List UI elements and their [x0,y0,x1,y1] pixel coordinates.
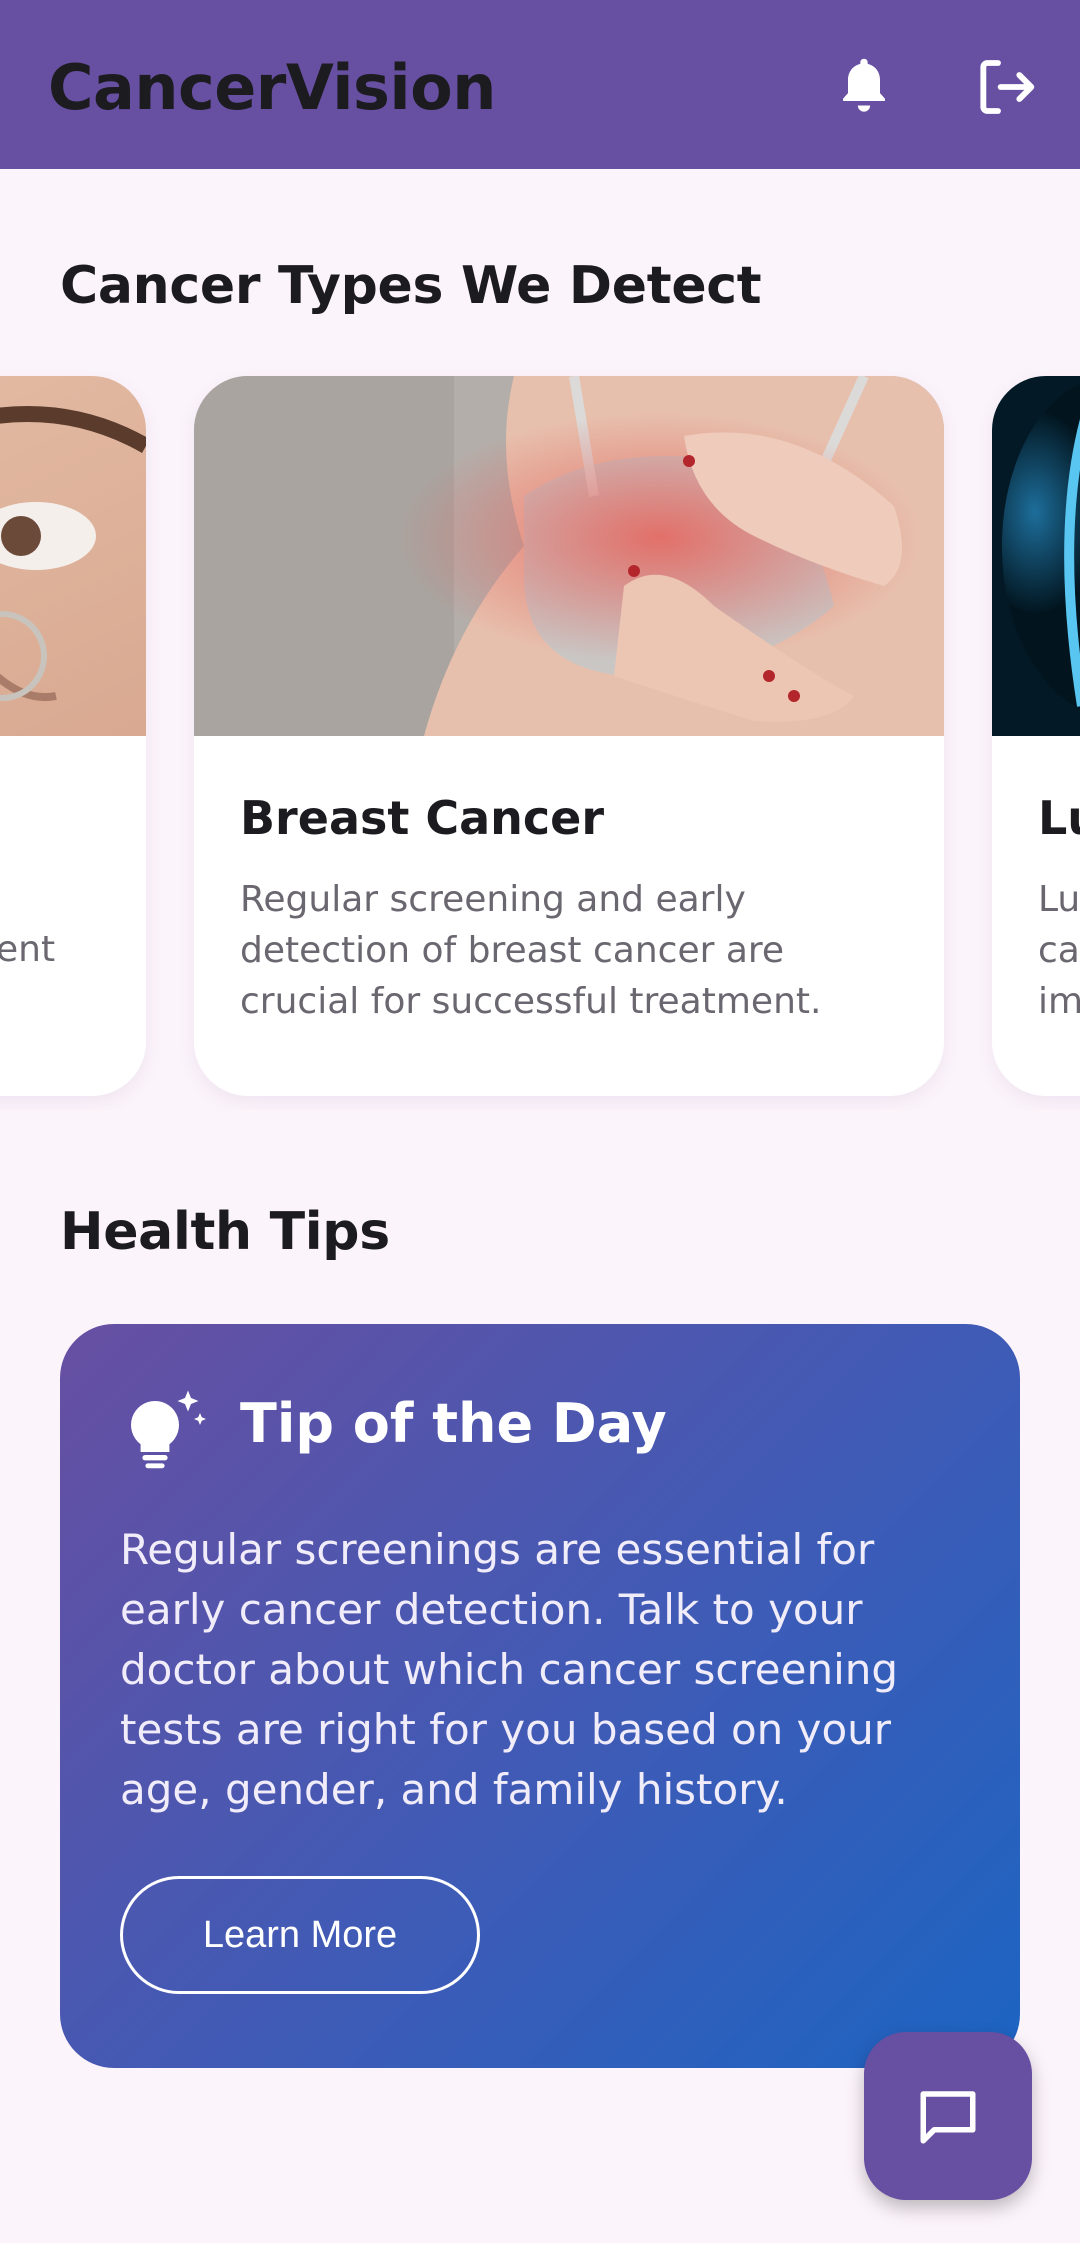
lung-scan-photo [992,376,1080,736]
health-tips-title: Health Tips [60,1202,390,1262]
cancer-card-description: Regular screening and early detection of… [240,879,822,1022]
cancer-card-description: Lu ca im [1038,879,1080,1022]
cancer-types-title: Cancer Types We Detect [60,256,762,316]
chat-fab-button[interactable] [864,2032,1032,2200]
logout-button[interactable] [966,47,1046,127]
chat-icon [920,2091,976,2144]
cancer-card-lung[interactable]: Lu Lu ca im [992,376,1080,1096]
face-closeup-photo [0,376,146,736]
cancer-card-title: Breast Cancer [240,791,605,845]
notifications-button[interactable] [824,47,904,127]
logout-icon [980,60,1035,114]
cancer-card-skin[interactable]: ent [0,376,146,1096]
app-title: CancerVision [48,51,496,124]
breast-exam-photo [194,376,944,736]
app-bar: CancerVision [0,0,1080,169]
cancer-card-breast[interactable]: Breast Cancer Regular screening and earl… [194,376,944,1096]
notifications-bell-icon [843,58,885,112]
cancer-card-title: Lu [1038,791,1080,845]
cancer-card-description: ent [0,929,56,970]
lightbulb-sparkle-icon [131,1390,206,1469]
tip-text: Regular screenings are essential for ear… [120,1525,899,1814]
cancer-types-carousel[interactable]: ent Breast Cancer Regular screening and … [0,370,1080,1110]
tip-heading: Tip of the Day [240,1392,667,1455]
learn-more-button[interactable]: Learn More [120,1876,480,1994]
tip-of-the-day-card: Tip of the Day Regular screenings are es… [60,1324,1020,2068]
